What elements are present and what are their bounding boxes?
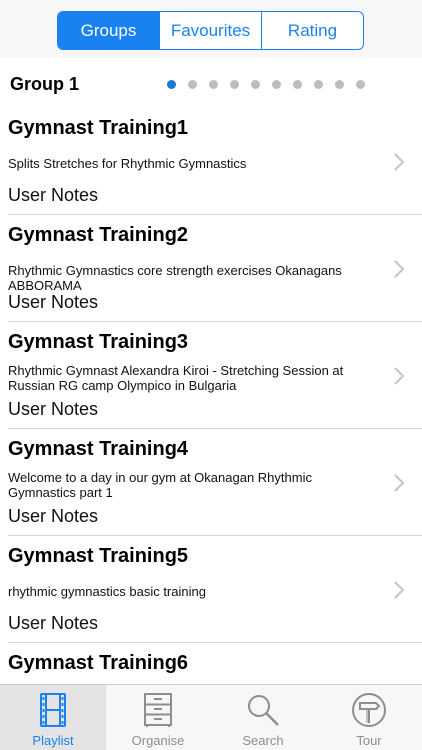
item-description: Splits Stretches for Rhythmic Gymnastics <box>8 156 247 171</box>
chevron-right-icon <box>394 153 405 171</box>
tab-label: Search <box>242 733 284 748</box>
item-description: Welcome to a day in our gym at Okanagan … <box>8 470 312 500</box>
page-dot <box>251 80 260 89</box>
tab-bar: Playlist Organise Search Tour <box>0 684 422 750</box>
tab-label: Organise <box>131 733 185 748</box>
film-strip-icon <box>40 693 66 727</box>
list-item[interactable]: Gymnast Training1 Splits Stretches for R… <box>0 108 422 215</box>
chevron-right-icon <box>394 474 405 492</box>
list-item[interactable]: Gymnast Training4 Welcome to a day in ou… <box>0 429 422 536</box>
tab-playlist[interactable]: Playlist <box>0 685 106 750</box>
segment-groups[interactable]: Groups <box>58 12 159 49</box>
tab-search[interactable]: Search <box>210 685 316 750</box>
chevron-right-icon <box>394 367 405 385</box>
item-title: Gymnast Training2 <box>8 224 189 246</box>
segment-favourites[interactable]: Favourites <box>159 12 261 49</box>
tab-label: Playlist <box>32 733 74 748</box>
list-item[interactable]: Gymnast Training5 rhythmic gymnastics ba… <box>0 536 422 643</box>
signpost-icon <box>352 693 386 727</box>
item-notes: User Notes <box>8 185 99 205</box>
item-description: Rhythmic Gymnastics core strength exerci… <box>8 263 342 293</box>
page-dot <box>188 80 197 89</box>
segmented-control: Groups Favourites Rating <box>57 11 364 50</box>
segment-rating[interactable]: Rating <box>261 12 363 49</box>
cabinet-icon <box>144 693 172 727</box>
item-title: Gymnast Training5 <box>8 545 189 567</box>
page-dot <box>356 80 365 89</box>
page-dot <box>272 80 281 89</box>
list-item[interactable]: Gymnast Training3 Rhythmic Gymnast Alexa… <box>0 322 422 429</box>
list-item[interactable]: Gymnast Training6 <box>0 643 422 684</box>
tab-label: Tour <box>356 733 382 748</box>
item-description: rhythmic gymnastics basic training <box>8 584 206 599</box>
page-dot <box>209 80 218 89</box>
video-list: Gymnast Training1 Splits Stretches for R… <box>0 108 422 684</box>
page-dot <box>167 80 176 89</box>
page-dot <box>293 80 302 89</box>
group-title: Group 1 <box>10 74 80 94</box>
page-dot <box>230 80 239 89</box>
page-dot <box>314 80 323 89</box>
tab-tour[interactable]: Tour <box>316 685 422 750</box>
item-title: Gymnast Training3 <box>8 331 189 353</box>
chevron-right-icon <box>394 260 405 278</box>
chevron-right-icon <box>394 581 405 599</box>
item-title: Gymnast Training6 <box>8 652 189 674</box>
top-bar: Groups Favourites Rating <box>0 0 422 58</box>
list-item[interactable]: Gymnast Training2 Rhythmic Gymnastics co… <box>0 215 422 322</box>
item-notes: User Notes <box>8 292 99 312</box>
item-title: Gymnast Training4 <box>8 438 189 460</box>
item-title: Gymnast Training1 <box>8 117 189 139</box>
item-notes: User Notes <box>8 506 99 526</box>
tab-organise[interactable]: Organise <box>105 685 211 750</box>
item-description: Rhythmic Gymnast Alexandra Kiroi - Stret… <box>8 363 344 393</box>
page-dot <box>335 80 344 89</box>
magnifier-icon <box>248 695 279 726</box>
item-notes: User Notes <box>8 399 99 419</box>
item-notes: User Notes <box>8 613 99 633</box>
